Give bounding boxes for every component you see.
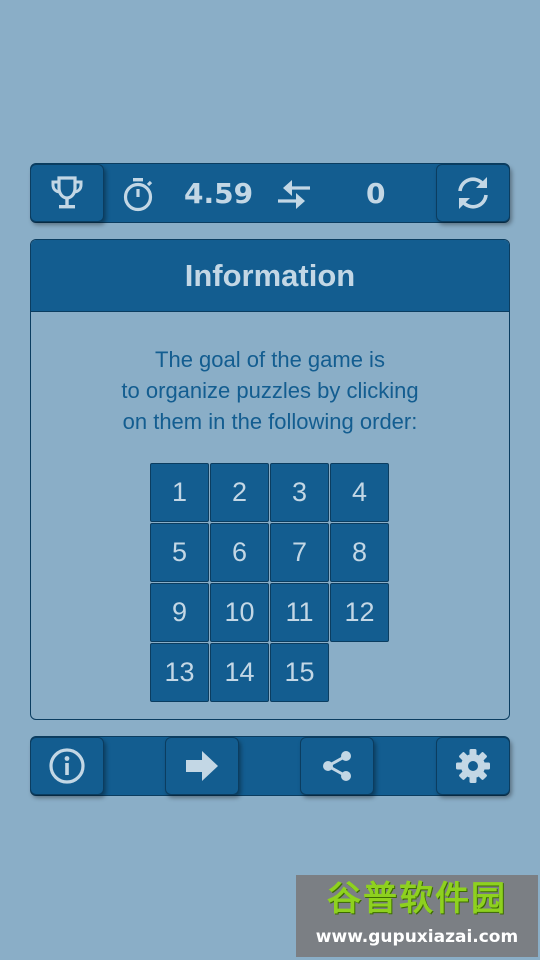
puzzle-tile: 7 bbox=[270, 523, 329, 582]
info-icon bbox=[48, 747, 86, 785]
puzzle-tile: 12 bbox=[330, 583, 389, 642]
puzzle-tile: 15 bbox=[270, 643, 329, 702]
info-button[interactable] bbox=[30, 737, 104, 795]
panel-title: Information bbox=[184, 257, 356, 293]
puzzle-tile: 2 bbox=[210, 463, 269, 522]
next-button[interactable] bbox=[165, 737, 239, 795]
gear-icon bbox=[454, 747, 492, 785]
puzzle-tile: 9 bbox=[150, 583, 209, 642]
swap-arrows-icon bbox=[274, 177, 314, 215]
moves-counter: 0 bbox=[366, 177, 386, 210]
information-panel: Information The goal of the game is to o… bbox=[30, 239, 510, 720]
timer-value: 4.59 bbox=[184, 177, 254, 210]
example-puzzle-grid: 1 2 3 4 5 6 7 8 9 10 11 12 13 14 15 bbox=[150, 463, 390, 703]
panel-header: Information bbox=[31, 240, 509, 312]
restart-button[interactable] bbox=[436, 164, 510, 222]
settings-button[interactable] bbox=[436, 737, 510, 795]
puzzle-tile: 5 bbox=[150, 523, 209, 582]
watermark: 谷普软件园 www.gupuxiazai.com bbox=[296, 875, 538, 957]
puzzle-tile: 3 bbox=[270, 463, 329, 522]
puzzle-tile: 13 bbox=[150, 643, 209, 702]
share-icon bbox=[319, 748, 355, 784]
puzzle-tile: 10 bbox=[210, 583, 269, 642]
watermark-url: www.gupuxiazai.com bbox=[315, 927, 519, 947]
puzzle-tile: 1 bbox=[150, 463, 209, 522]
puzzle-tile: 6 bbox=[210, 523, 269, 582]
refresh-icon bbox=[454, 174, 492, 212]
instructions-text: The goal of the game is to organize puzz… bbox=[31, 344, 509, 437]
arrow-right-icon bbox=[184, 749, 220, 783]
puzzle-tile: 14 bbox=[210, 643, 269, 702]
leaderboard-button[interactable] bbox=[30, 164, 104, 222]
puzzle-tile: 8 bbox=[330, 523, 389, 582]
instruction-line: The goal of the game is bbox=[155, 347, 385, 372]
bottom-toolbar bbox=[30, 736, 510, 796]
instruction-line: on them in the following order: bbox=[122, 409, 418, 434]
status-bar: 4.59 0 bbox=[30, 163, 510, 223]
watermark-title: 谷普软件园 bbox=[327, 879, 507, 919]
trophy-icon bbox=[50, 175, 84, 211]
share-button[interactable] bbox=[300, 737, 374, 795]
instruction-line: to organize puzzles by clicking bbox=[121, 378, 419, 403]
stopwatch-icon bbox=[120, 177, 156, 217]
puzzle-tile: 4 bbox=[330, 463, 389, 522]
puzzle-tile: 11 bbox=[270, 583, 329, 642]
